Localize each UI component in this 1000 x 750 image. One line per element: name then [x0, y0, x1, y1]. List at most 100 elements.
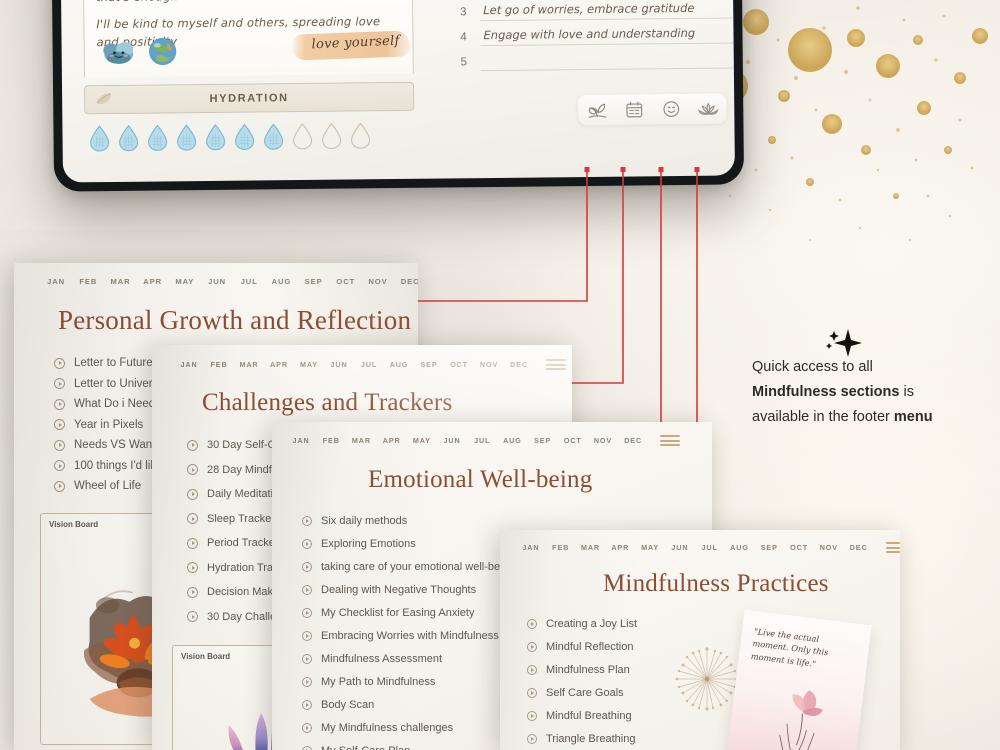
- hamburger-menu-icon[interactable]: [885, 542, 900, 553]
- month-nav-challenges[interactable]: JAN FEB MAR APR MAY JUN JUL AUG SEP OCT NOV DEC: [152, 345, 572, 370]
- hamburger-menu-icon[interactable]: [660, 435, 681, 446]
- month-tab-feb[interactable]: FEB: [72, 277, 104, 286]
- smiley-icon[interactable]: [660, 99, 682, 119]
- month-tab-jul[interactable]: JUL: [233, 277, 265, 286]
- list-item-label: Mindful Reflection: [546, 641, 634, 653]
- month-tab-mar[interactable]: MAR: [346, 436, 376, 445]
- month-tab-aug[interactable]: AUG: [384, 360, 414, 369]
- list-item-label: Exploring Emotions: [321, 538, 416, 550]
- month-tab-sep[interactable]: SEP: [754, 543, 784, 552]
- month-tab-nov[interactable]: NOV: [814, 543, 844, 552]
- month-tab-sep[interactable]: SEP: [528, 436, 558, 445]
- month-tab-jun[interactable]: JUN: [324, 360, 354, 369]
- month-tab-oct[interactable]: OCT: [784, 543, 814, 552]
- month-tab-aug[interactable]: AUG: [725, 543, 755, 552]
- month-tab-apr[interactable]: APR: [137, 277, 169, 286]
- list-item-label: Wheel of Life: [74, 480, 142, 492]
- month-tab-may[interactable]: MAY: [635, 543, 665, 552]
- play-circle-icon: [187, 611, 198, 622]
- month-tab-may[interactable]: MAY: [407, 436, 437, 445]
- hamburger-menu-icon[interactable]: [546, 359, 566, 370]
- annotation-line-2-tail: is: [899, 383, 914, 400]
- month-tab-sep[interactable]: SEP: [298, 277, 330, 286]
- calendar-icon[interactable]: [623, 99, 645, 119]
- month-tab-oct[interactable]: OCT: [444, 360, 474, 369]
- month-tab-jan[interactable]: JAN: [174, 360, 204, 369]
- play-circle-icon: [302, 746, 312, 750]
- month-tab-sep[interactable]: SEP: [414, 360, 444, 369]
- cloud-sticker-icon: [103, 42, 134, 64]
- intention-line[interactable]: Engage with love and understanding: [480, 18, 735, 47]
- hydration-header[interactable]: HYDRATION: [84, 82, 415, 115]
- intention-row[interactable]: 5: [457, 43, 735, 72]
- month-tab-jan[interactable]: JAN: [516, 543, 546, 552]
- water-drop-filled-icon[interactable]: [117, 125, 139, 152]
- play-circle-icon: [302, 700, 312, 710]
- month-tab-jun[interactable]: JUN: [201, 277, 233, 286]
- intention-number: 3: [459, 6, 467, 19]
- month-tab-oct[interactable]: OCT: [558, 436, 588, 445]
- month-tab-mar[interactable]: MAR: [234, 360, 264, 369]
- list-item-label: Self Care Goals: [546, 687, 624, 699]
- month-tab-feb[interactable]: FEB: [316, 436, 346, 445]
- play-circle-icon: [54, 378, 65, 389]
- month-tab-apr[interactable]: APR: [605, 543, 635, 552]
- month-tab-dec[interactable]: DEC: [394, 277, 418, 286]
- month-nav-mindfulness[interactable]: JAN FEB MAR APR MAY JUN JUL AUG SEP OCT NOV DEC: [500, 530, 900, 553]
- month-tab-nov[interactable]: NOV: [474, 360, 504, 369]
- month-tab-dec[interactable]: DEC: [844, 543, 874, 552]
- intention-line[interactable]: [480, 43, 735, 72]
- month-tab-jul[interactable]: JUL: [695, 543, 725, 552]
- lotus-icon[interactable]: [697, 99, 719, 119]
- hydration-drop-row[interactable]: [84, 122, 414, 152]
- water-drop-filled-icon[interactable]: [262, 123, 284, 151]
- month-tab-jan[interactable]: JAN: [40, 277, 72, 286]
- sparkle-icon: [826, 329, 862, 357]
- month-tab-apr[interactable]: APR: [377, 436, 407, 445]
- play-circle-icon: [54, 439, 65, 451]
- month-tab-aug[interactable]: AUG: [265, 277, 297, 286]
- month-tab-may[interactable]: MAY: [294, 360, 324, 369]
- month-tab-nov[interactable]: NOV: [362, 277, 394, 286]
- month-tab-mar[interactable]: MAR: [576, 543, 606, 552]
- month-tab-feb[interactable]: FEB: [204, 360, 234, 369]
- water-drop-empty-icon[interactable]: [349, 122, 371, 150]
- month-tab-apr[interactable]: APR: [264, 360, 294, 369]
- month-nav-emotional[interactable]: JAN FEB MAR APR MAY JUN JUL AUG SEP OCT NOV DEC: [272, 422, 712, 446]
- tablet-device: that's enough I'll be kind to myself and…: [49, 0, 745, 192]
- list-item-label: Period Tracker: [207, 537, 279, 549]
- play-circle-icon: [527, 619, 537, 629]
- water-drop-filled-icon[interactable]: [175, 124, 197, 152]
- panel-title-personal-growth: Personal Growth and Reflection: [58, 305, 412, 335]
- month-tab-may[interactable]: MAY: [169, 277, 201, 286]
- month-tab-mar[interactable]: MAR: [104, 277, 136, 286]
- list-item-label: My Path to Mindfulness: [321, 676, 436, 688]
- list-item-label: Creating a Joy List: [546, 618, 638, 630]
- play-circle-icon: [54, 398, 65, 410]
- sprout-icon[interactable]: [586, 100, 608, 120]
- month-tab-dec[interactable]: DEC: [618, 436, 648, 445]
- water-drop-filled-icon[interactable]: [88, 125, 110, 152]
- water-drop-empty-icon[interactable]: [291, 123, 313, 150]
- month-tab-dec[interactable]: DEC: [504, 360, 534, 369]
- month-tab-jan[interactable]: JAN: [286, 436, 316, 445]
- month-tab-jul[interactable]: JUL: [467, 436, 497, 445]
- month-tab-jun[interactable]: JUN: [665, 543, 695, 552]
- month-tab-jul[interactable]: JUL: [354, 360, 384, 369]
- intention-text: Engage with love and understanding: [483, 25, 696, 43]
- intention-number: 4: [460, 31, 467, 44]
- footer-menu[interactable]: [578, 93, 727, 126]
- water-drop-empty-icon[interactable]: [320, 123, 342, 150]
- month-tab-feb[interactable]: FEB: [546, 543, 576, 552]
- water-drop-filled-icon[interactable]: [146, 125, 168, 152]
- intention-row[interactable]: 4 Engage with love and understanding: [456, 18, 735, 47]
- month-tab-aug[interactable]: AUG: [497, 436, 527, 445]
- month-tab-jun[interactable]: JUN: [437, 436, 467, 445]
- month-tab-oct[interactable]: OCT: [330, 277, 362, 286]
- water-drop-filled-icon[interactable]: [204, 124, 226, 151]
- month-nav-personal-growth[interactable]: JAN FEB MAR APR MAY JUN JUL AUG SEP OCT NOV DEC: [14, 263, 418, 287]
- play-circle-icon: [302, 608, 312, 618]
- month-tab-nov[interactable]: NOV: [588, 436, 618, 445]
- water-drop-filled-icon[interactable]: [233, 124, 255, 151]
- list-item[interactable]: Six daily methods: [302, 515, 712, 527]
